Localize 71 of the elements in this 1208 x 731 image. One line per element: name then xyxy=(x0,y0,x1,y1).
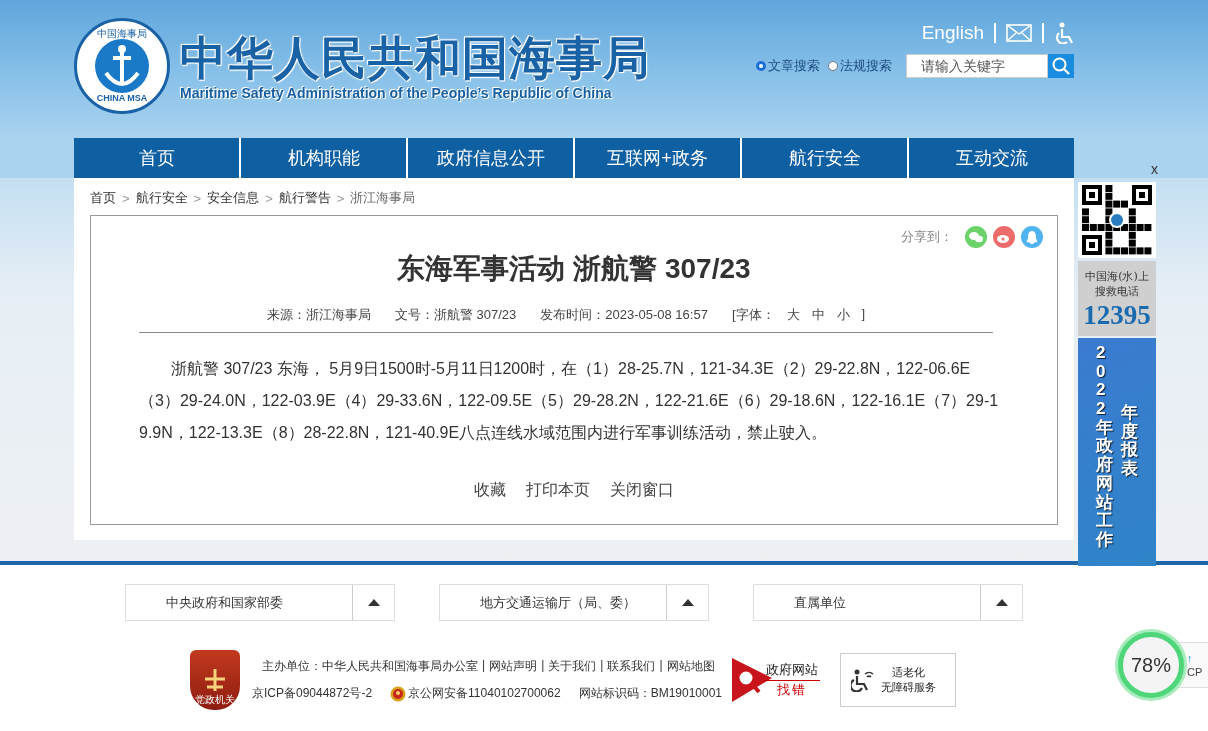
triangle-up-icon xyxy=(681,599,694,606)
logo-text: 中国海事局 xyxy=(97,28,147,39)
article-action-link[interactable]: 打印本页 xyxy=(526,480,590,501)
font-size-link[interactable]: 中 xyxy=(811,306,825,324)
link-dropdown[interactable]: 中央政府和国家部委 xyxy=(125,584,395,621)
font-size-label: [字体： xyxy=(731,306,775,324)
breadcrumb-separator: > xyxy=(265,190,273,206)
breadcrumb-link[interactable]: 航行警告 xyxy=(278,189,331,207)
radio-button[interactable] xyxy=(756,61,766,71)
font-size-link[interactable]: 小 xyxy=(836,306,850,324)
icp-link[interactable]: 京ICP备09044872号-2 xyxy=(252,685,373,702)
breadcrumb-link[interactable]: 航行安全 xyxy=(135,189,188,207)
site-title: 中华人民共和国海事局 xyxy=(180,31,650,85)
nav-item[interactable]: 首页 xyxy=(74,138,239,178)
link-dropdown[interactable]: 直属单位 xyxy=(753,584,1023,621)
cpu-label: CP xyxy=(1187,666,1204,678)
radio-button[interactable] xyxy=(828,61,838,71)
link-dropdown[interactable]: 地方交通运输厅（局、委） xyxy=(439,584,709,621)
close-button[interactable]: x xyxy=(1149,160,1160,178)
qr-code xyxy=(1082,185,1152,255)
link-divider: | xyxy=(482,658,486,674)
search-type-option[interactable]: 法规搜索 xyxy=(828,57,892,75)
document-number: 文号：浙航警 307/23 xyxy=(394,306,517,324)
police-emblem-icon xyxy=(390,685,407,702)
site-id: 网站标识码：BM19010001 xyxy=(578,685,722,702)
hotline-number: 12395 xyxy=(1083,299,1151,331)
elderly-accessibility-button[interactable]: 适老化 无障碍服务 xyxy=(840,653,956,707)
wechat-icon[interactable] xyxy=(965,226,987,248)
article-action-link[interactable]: 关闭窗口 xyxy=(610,480,674,501)
share-label: 分享到： xyxy=(901,228,953,246)
weibo-icon[interactable] xyxy=(993,226,1015,248)
article-title: 东海军事活动 浙航警 307/23 xyxy=(396,252,752,286)
article-source: 来源：浙江海事局 xyxy=(266,306,371,324)
link-divider: | xyxy=(541,658,545,674)
breadcrumb-link[interactable]: 浙江海事局 xyxy=(350,189,416,207)
publish-time: 发布时间：2023-05-08 16:57 xyxy=(540,306,708,324)
breadcrumb-separator: > xyxy=(122,190,130,206)
party-government-badge[interactable]: 党政机关 xyxy=(190,650,240,710)
search-icon xyxy=(1052,57,1070,75)
triangle-up-icon xyxy=(367,599,380,606)
hotline-label: 中国海(水)上 xyxy=(1085,269,1149,284)
search-button[interactable] xyxy=(1048,54,1074,78)
bracket: ] xyxy=(861,306,866,323)
article-action-link[interactable]: 收藏 xyxy=(474,480,506,501)
search-field[interactable]: 请输入关键字 xyxy=(906,54,1048,78)
breadcrumb-separator: > xyxy=(193,190,202,206)
logo-text: CHINA MSA xyxy=(96,93,148,104)
error-report-link[interactable]: 政府网站 找错 xyxy=(732,658,820,702)
footer-link[interactable]: 关于我们 xyxy=(548,658,597,675)
triangle-up-icon xyxy=(995,599,1008,606)
wheelchair-icon xyxy=(851,668,875,692)
host-info: 主办单位：中华人民共和国海事局办公室 xyxy=(262,658,478,675)
article-body: 浙航警 307/23 东海， 5月9日1500时-5月11日1200时，在（1）28-25.7N，121-34.3E（2）29-22.8N，122-06.6E（3）29-24.0N，122-03.9E（4）29-33.6N，122-09.5E（5）29-28.2N，122-21.6E（6）29-18.6N，122-16.1E（7）29-19.9N，122-13.3E（8）28-22.8N，121-40.9E八点连线水域范围内进行军事训练活动，禁止驶入。 xyxy=(139,359,1000,443)
arrow-text: ↑ xyxy=(1187,652,1194,664)
link-divider: | xyxy=(659,658,663,674)
footer-link[interactable]: 网站地图 xyxy=(666,658,715,675)
wheelchair-icon[interactable] xyxy=(1054,22,1074,44)
footer-link[interactable]: 联系我们 xyxy=(607,658,656,675)
search-type-option[interactable]: 文章搜索 xyxy=(756,57,820,75)
police-record-link[interactable]: 京公网安备11040102700062 xyxy=(408,685,561,702)
hotline-label: 搜救电话 xyxy=(1095,284,1139,299)
footer-link[interactable]: 网站声明 xyxy=(489,658,538,675)
link-divider: | xyxy=(600,658,604,674)
breadcrumb-link[interactable]: 首页 xyxy=(90,189,116,207)
mail-icon[interactable] xyxy=(1006,24,1032,42)
breadcrumb-link[interactable]: 安全信息 xyxy=(207,189,260,207)
badge-text: 党政机关 xyxy=(195,693,235,707)
breadcrumb-separator: > xyxy=(336,190,345,206)
site-subtitle: Maritime Safety Administration of the People’s Republic of China xyxy=(180,85,613,101)
font-size-link[interactable]: 大 xyxy=(786,306,800,324)
qq-icon[interactable] xyxy=(1021,226,1043,248)
